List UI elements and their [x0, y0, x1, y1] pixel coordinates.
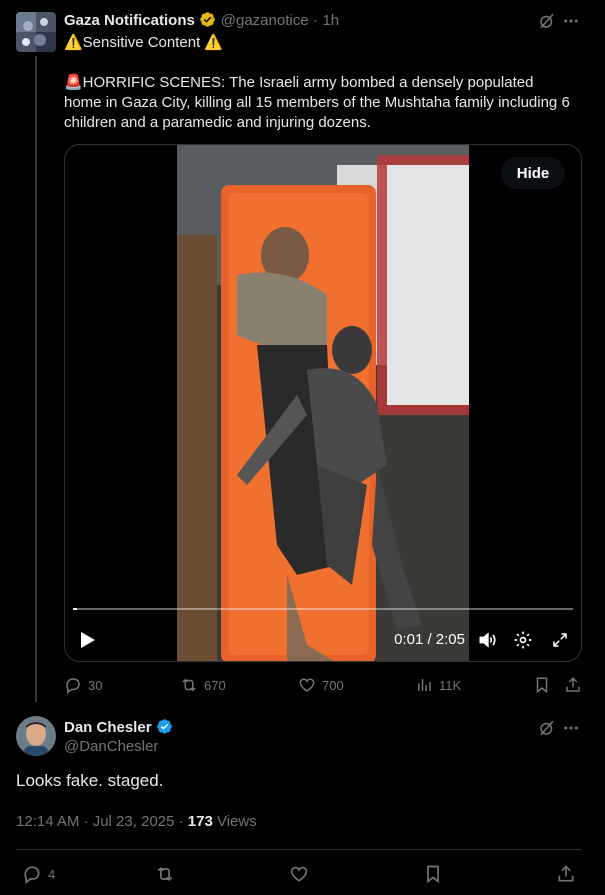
sensitive-content-label: ⚠️Sensitive Content ⚠️ — [64, 34, 224, 51]
like-count: 700 — [322, 677, 344, 693]
header-separator: · — [313, 12, 318, 29]
repost-count: 670 — [204, 677, 226, 693]
play-icon[interactable] — [77, 629, 99, 651]
like-icon — [299, 678, 315, 692]
reply-icon — [66, 678, 80, 694]
grok-icon[interactable] — [536, 10, 558, 32]
video-progress-fill — [73, 608, 77, 610]
reply-views-count: 173 — [187, 813, 213, 830]
fullscreen-icon[interactable] — [549, 629, 571, 651]
reply-button[interactable]: 30 — [64, 676, 102, 694]
repost-button[interactable]: 670 — [180, 676, 226, 694]
video-time: 0:01 / 2:05 — [394, 631, 465, 648]
tweet-header: Gaza Notifications @gazanotice · 1h — [64, 11, 339, 30]
reply-meta: 12:14 AM · Jul 23, 2025 · 173 Views — [16, 813, 257, 830]
repost-icon — [182, 678, 196, 692]
verified-gold-icon — [200, 12, 216, 27]
settings-icon[interactable] — [512, 629, 534, 651]
reply-share-icon[interactable] — [555, 863, 577, 885]
video-progress-bar[interactable] — [73, 608, 573, 610]
reply-author-name[interactable]: Dan Chesler — [64, 719, 152, 736]
reply-count: 30 — [88, 677, 103, 693]
volume-icon[interactable] — [476, 629, 498, 651]
more-icon[interactable] — [560, 10, 582, 32]
reply-like-icon[interactable] — [288, 863, 310, 885]
reply-reply-icon — [24, 866, 40, 884]
reply-reply-count: 4 — [48, 866, 56, 882]
bookmark-icon[interactable] — [532, 675, 552, 695]
reply-handle[interactable]: @DanChesler — [64, 738, 158, 755]
time-ago[interactable]: 1h — [322, 12, 339, 29]
reply-header: Dan Chesler — [64, 718, 173, 737]
thread-line — [35, 56, 37, 702]
divider — [16, 849, 581, 850]
author-handle[interactable]: @gazanotice — [221, 12, 309, 29]
reply-views-label: Views — [216, 813, 257, 830]
video-frame[interactable] — [177, 145, 469, 661]
video-player[interactable]: Hide 0:01 / 2:05 — [64, 144, 582, 662]
dan-chesler-avatar[interactable] — [16, 716, 56, 756]
hide-button[interactable]: Hide — [501, 157, 565, 189]
views-count: 11K — [439, 677, 462, 693]
verified-blue-icon — [157, 719, 172, 734]
gaza-notifications-avatar[interactable] — [16, 12, 56, 52]
reply-repost-icon[interactable] — [154, 863, 176, 885]
reply-more-icon[interactable] — [560, 717, 582, 739]
reply-grok-icon[interactable] — [536, 717, 558, 739]
like-button[interactable]: 700 — [298, 676, 344, 694]
author-name[interactable]: Gaza Notifications — [64, 12, 195, 29]
tweet-body: 🚨HORRIFIC SCENES: The Israeli army bombe… — [64, 74, 570, 131]
views-icon — [418, 679, 431, 691]
reply-reply-button[interactable]: 4 — [22, 864, 55, 884]
reply-text: Looks fake. staged. — [16, 771, 164, 790]
reply-bookmark-icon[interactable] — [422, 863, 444, 885]
views-button[interactable]: 11K — [415, 676, 461, 694]
reply-timestamp[interactable]: 12:14 AM · Jul 23, 2025 · — [16, 813, 184, 830]
share-icon[interactable] — [563, 675, 583, 695]
